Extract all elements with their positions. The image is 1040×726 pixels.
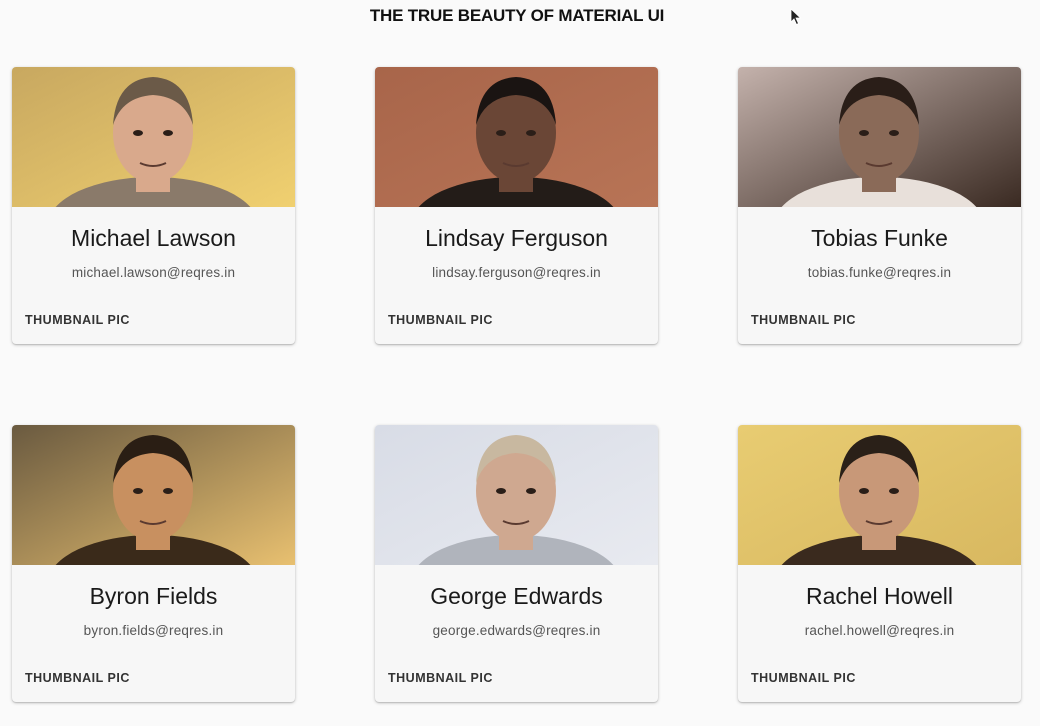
user-avatar-image[interactable] (738, 67, 1021, 207)
user-name: George Edwards (430, 583, 603, 609)
thumbnail-pic-button[interactable]: THUMBNAIL PIC (383, 307, 498, 333)
user-avatar-image[interactable] (375, 425, 658, 565)
page-title: THE TRUE BEAUTY OF MATERIAL UI (369, 6, 665, 25)
user-avatar-image[interactable] (12, 425, 295, 565)
user-name: Michael Lawson (71, 225, 236, 251)
user-card: George Edwards george.edwards@reqres.in … (375, 425, 658, 702)
user-email: byron.fields@reqres.in (83, 623, 224, 638)
portrait-photo (12, 67, 295, 207)
user-card: Byron Fields byron.fields@reqres.in THUM… (12, 425, 295, 702)
portrait-photo (738, 67, 1021, 207)
thumbnail-pic-button[interactable]: THUMBNAIL PIC (383, 665, 498, 691)
user-name: Rachel Howell (805, 583, 953, 609)
user-card: Tobias Funke tobias.funke@reqres.in THUM… (738, 67, 1021, 344)
user-name: Lindsay Ferguson (425, 225, 608, 251)
user-avatar-image[interactable] (12, 67, 295, 207)
user-card: Lindsay Ferguson lindsay.ferguson@reqres… (375, 67, 658, 344)
thumbnail-pic-button[interactable]: THUMBNAIL PIC (20, 665, 135, 691)
user-name: Tobias Funke (811, 225, 948, 251)
user-email: rachel.howell@reqres.in (804, 623, 955, 638)
portrait-photo (375, 425, 658, 565)
thumbnail-pic-button[interactable]: THUMBNAIL PIC (746, 307, 861, 333)
thumbnail-pic-button[interactable]: THUMBNAIL PIC (20, 307, 135, 333)
user-email: tobias.funke@reqres.in (807, 265, 952, 280)
portrait-photo (375, 67, 658, 207)
thumbnail-pic-button[interactable]: THUMBNAIL PIC (746, 665, 861, 691)
user-email: lindsay.ferguson@reqres.in (432, 265, 601, 280)
portrait-photo (738, 425, 1021, 565)
user-email: george.edwards@reqres.in (432, 623, 601, 638)
user-email: michael.lawson@reqres.in (71, 265, 236, 280)
user-name: Byron Fields (89, 583, 218, 609)
user-card: Michael Lawson michael.lawson@reqres.in … (12, 67, 295, 344)
user-card: Rachel Howell rachel.howell@reqres.in TH… (738, 425, 1021, 702)
mouse-cursor-icon (790, 8, 802, 26)
user-avatar-image[interactable] (738, 425, 1021, 565)
user-avatar-image[interactable] (375, 67, 658, 207)
portrait-photo (12, 425, 295, 565)
